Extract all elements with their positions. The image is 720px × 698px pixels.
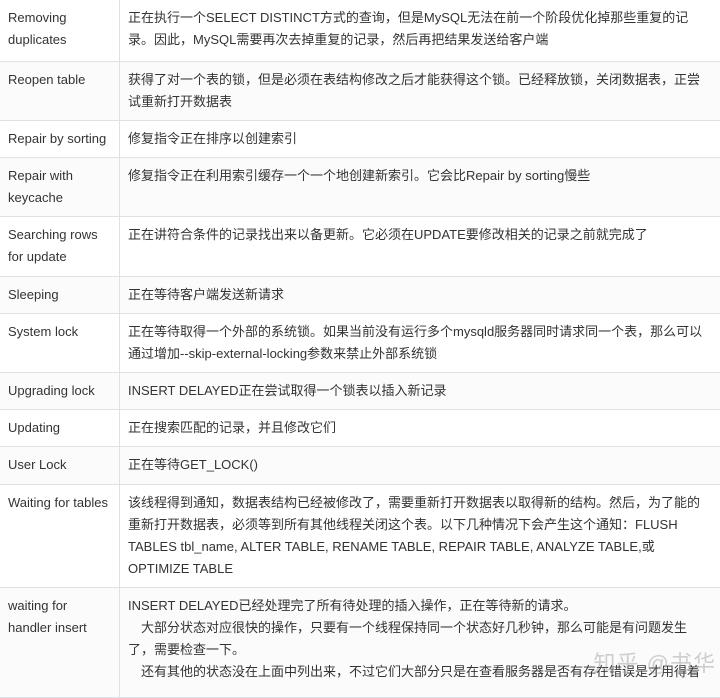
description-paragraph: 该线程得到通知，数据表结构已经被修改了，需要重新打开数据表以取得新的结构。然后，… [128,492,712,580]
state-description: 正在等待取得一个外部的系统锁。如果当前没有运行多个mysqld服务器同时请求同一… [120,314,720,373]
watermark: 知乎 @书华 [594,646,716,678]
state-name: Sleeping [0,277,120,314]
table-row: System lock正在等待取得一个外部的系统锁。如果当前没有运行多个mysq… [0,314,720,373]
table-row: Reopen table获得了对一个表的锁，但是必须在表结构修改之后才能获得这个… [0,62,720,121]
description-paragraph: INSERT DELAYED已经处理完了所有待处理的插入操作，正在等待新的请求。 [128,595,712,617]
description-paragraph: 获得了对一个表的锁，但是必须在表结构修改之后才能获得这个锁。已经释放锁，关闭数据… [128,69,712,113]
state-description: 正在搜索匹配的记录，并且修改它们 [120,410,720,447]
state-name: Upgrading lock [0,373,120,410]
state-name: Searching rows for update [0,217,120,277]
state-description: 修复指令正在利用索引缓存一个一个地创建新索引。它会比Repair by sort… [120,158,720,217]
table-row: Repair by sorting 修复指令正在排序以创建索引 [0,121,720,158]
state-name: Repair with keycache [0,158,120,217]
description-paragraph: 正在等待GET_LOCK() [128,454,712,476]
state-description: 正在执行一个SELECT DISTINCT方式的查询，但是MySQL无法在前一个… [120,0,720,62]
table-row: waiting for handler insertINSERT DELAYED… [0,588,720,698]
state-name: waiting for handler insert [0,588,120,698]
description-paragraph: 修复指令正在排序以创建索引 [128,128,712,150]
description-paragraph: INSERT DELAYED正在尝试取得一个锁表以插入新记录 [128,380,712,402]
table-row: Sleeping 正在等待客户端发送新请求 [0,277,720,314]
description-paragraph: 修复指令正在利用索引缓存一个一个地创建新索引。它会比Repair by sort… [128,165,712,187]
state-description: 正在等待客户端发送新请求 [120,277,720,314]
table-row: Searching rows for update 正在讲符合条件的记录找出来以备… [0,217,720,277]
table-row: User Lock 正在等待GET_LOCK() [0,447,720,485]
description-paragraph: 正在搜索匹配的记录，并且修改它们 [128,417,712,439]
state-description: 该线程得到通知，数据表结构已经被修改了，需要重新打开数据表以取得新的结构。然后，… [120,485,720,588]
state-name: Reopen table [0,62,120,121]
state-name: Repair by sorting [0,121,120,158]
state-description: 获得了对一个表的锁，但是必须在表结构修改之后才能获得这个锁。已经释放锁，关闭数据… [120,62,720,121]
state-description: INSERT DELAYED正在尝试取得一个锁表以插入新记录 [120,373,720,410]
table-row: Updating 正在搜索匹配的记录，并且修改它们 [0,410,720,447]
description-paragraph: 正在讲符合条件的记录找出来以备更新。它必须在UPDATE要修改相关的记录之前就完… [128,224,712,246]
state-name: System lock [0,314,120,373]
state-description: 修复指令正在排序以创建索引 [120,121,720,158]
description-paragraph: 正在等待客户端发送新请求 [128,284,712,306]
state-description: 正在讲符合条件的记录找出来以备更新。它必须在UPDATE要修改相关的记录之前就完… [120,217,720,277]
state-description: INSERT DELAYED已经处理完了所有待处理的插入操作，正在等待新的请求。… [120,588,720,698]
table-row: Removing duplicates正在执行一个SELECT DISTINCT… [0,0,720,62]
description-paragraph: 正在等待取得一个外部的系统锁。如果当前没有运行多个mysqld服务器同时请求同一… [128,321,712,365]
state-name: Waiting for tables [0,485,120,588]
state-name: Removing duplicates [0,0,120,62]
description-paragraph: 正在执行一个SELECT DISTINCT方式的查询，但是MySQL无法在前一个… [128,7,712,51]
table-row: Waiting for tables该线程得到通知，数据表结构已经被修改了，需要… [0,485,720,588]
state-name: User Lock [0,447,120,485]
state-description: 正在等待GET_LOCK() [120,447,720,485]
table-row: Upgrading lock INSERT DELAYED正在尝试取得一个锁表以插… [0,373,720,410]
table-row: Repair with keycache 修复指令正在利用索引缓存一个一个地创建新… [0,158,720,217]
thread-state-table: Removing duplicates正在执行一个SELECT DISTINCT… [0,0,720,698]
state-name: Updating [0,410,120,447]
